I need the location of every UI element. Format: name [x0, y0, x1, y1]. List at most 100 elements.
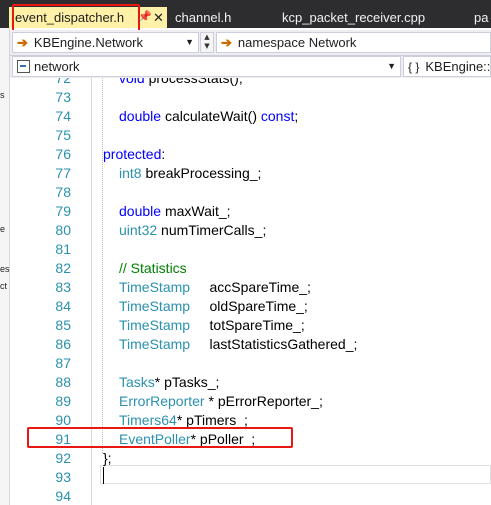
line-number: 92 [55, 450, 71, 466]
file-scope-combo[interactable]: network ▼ [12, 56, 401, 77]
code-line[interactable]: protected: [103, 145, 165, 164]
code-line[interactable]: TimeStamp totSpareTime_; [103, 316, 305, 335]
code-token: * pErrorReporter_; [204, 393, 323, 409]
line-number: 75 [55, 127, 71, 143]
left-fragment: es [0, 264, 10, 274]
member-navigation-bar: network ▼ { } KBEngine::N [10, 56, 491, 79]
code-line[interactable]: void processStats(); [103, 78, 243, 88]
code-line[interactable]: // Statistics [103, 259, 187, 278]
scope-combo-label: namespace Network [237, 35, 357, 50]
code-token: TimeStamp [119, 336, 210, 352]
gutter-rule [91, 78, 92, 505]
line-number: 78 [55, 184, 71, 200]
spin-buttons[interactable]: ▲ ▼ [200, 32, 214, 53]
code-token: uint32 [119, 222, 162, 238]
line-number: 84 [55, 298, 71, 314]
member-combo-label: KBEngine::N [425, 59, 491, 74]
tab-kcp-packet-receiver[interactable]: kcp_packet_receiver.cpp [282, 7, 425, 28]
code-token: TimeStamp [119, 317, 210, 333]
line-number: 94 [55, 488, 71, 504]
code-token: double [119, 203, 165, 219]
project-combo[interactable]: ➔ KBEngine.Network ▼ [12, 32, 199, 53]
tab-overflow[interactable]: pa [474, 7, 488, 28]
navigation-bar: ➔ KBEngine.Network ▼ ▲ ▼ ➔ namespace Netwo… [10, 30, 491, 56]
code-line[interactable]: double maxWait_; [103, 202, 231, 221]
member-combo[interactable]: { } KBEngine::N [403, 56, 491, 77]
line-number: 72 [55, 78, 71, 86]
tab-channel[interactable]: channel.h [175, 7, 231, 28]
code-token: accSpareTime_; [209, 279, 311, 295]
code-line[interactable]: TimeStamp accSpareTime_; [103, 278, 311, 297]
code-token: ; [294, 108, 299, 124]
code-token: void [119, 78, 149, 86]
code-token: totSpareTime_; [209, 317, 305, 333]
line-number: 90 [55, 412, 71, 428]
left-panel-strip: s e es ct [0, 28, 10, 505]
code-token: const [260, 108, 295, 124]
code-line[interactable]: TimeStamp lastStatisticsGathered_; [103, 335, 357, 354]
line-number: 81 [55, 241, 71, 257]
code-token: lastStatisticsGathered_; [209, 336, 358, 352]
line-number: 91 [55, 431, 71, 447]
line-number: 76 [55, 146, 71, 162]
code-token: * pPoller_; [190, 431, 256, 447]
code-line[interactable]: }; [103, 449, 112, 468]
code-line[interactable]: Tasks* pTasks_; [103, 373, 219, 392]
project-combo-label: KBEngine.Network [33, 35, 144, 50]
file-icon [17, 60, 30, 73]
pin-icon[interactable]: 📌 [138, 7, 152, 28]
chevron-down-icon: ▼ [387, 61, 396, 71]
code-token: Timers64 [119, 412, 177, 428]
code-line[interactable]: ErrorReporter * pErrorReporter_; [103, 392, 323, 411]
code-token: protected [103, 146, 162, 162]
chevron-down-icon: ▼ [185, 37, 194, 47]
line-number: 83 [55, 279, 71, 295]
code-line[interactable]: EventPoller* pPoller_; [103, 430, 255, 449]
close-icon[interactable]: ✕ [153, 7, 164, 28]
line-number: 85 [55, 317, 71, 333]
line-number: 82 [55, 260, 71, 276]
arrow-right-icon: ➔ [17, 35, 28, 50]
code-token: EventPoller [119, 431, 191, 447]
file-combo-label: network [34, 59, 80, 74]
tab-label: pa [474, 10, 489, 25]
line-number: 80 [55, 222, 71, 238]
code-token: double [119, 108, 165, 124]
code-line[interactable]: uint32 numTimerCalls_; [103, 221, 266, 240]
line-number: 77 [55, 165, 71, 181]
line-number: 86 [55, 336, 71, 352]
line-number: 89 [55, 393, 71, 409]
code-token: int8 [119, 165, 146, 181]
left-fragment: e [0, 224, 6, 234]
line-number: 73 [55, 89, 71, 105]
line-number: 79 [55, 203, 71, 219]
line-number: 87 [55, 355, 71, 371]
code-token: }; [103, 450, 112, 466]
current-line-highlight [100, 465, 491, 484]
chevron-down-icon[interactable]: ▼ [201, 42, 213, 51]
code-token: breakProcessing_; [145, 165, 262, 181]
left-fragment: ct [0, 281, 8, 291]
braces-icon: { } [408, 60, 420, 74]
arrow-right-icon: ➔ [221, 35, 232, 50]
chevron-up-icon[interactable]: ▲ [201, 33, 213, 42]
code-token: numTimerCalls_; [161, 222, 267, 238]
tab-label: event_dispatcher.h [15, 10, 125, 25]
line-number: 74 [55, 108, 71, 124]
code-editor[interactable]: 72 void processStats(); 73 74 double calcula… [10, 78, 491, 505]
code-line[interactable]: Timers64* pTimers_; [103, 411, 248, 430]
code-line[interactable]: double calculateWait() const; [103, 107, 298, 126]
line-number: 88 [55, 374, 71, 390]
code-token: calculateWait() [164, 108, 261, 124]
code-token: // Statistics [119, 260, 187, 276]
code-token: TimeStamp [119, 279, 210, 295]
tab-label: kcp_packet_receiver.cpp [282, 10, 426, 25]
code-token: oldSpareTime_; [209, 298, 308, 314]
scope-combo[interactable]: ➔ namespace Network [216, 32, 491, 53]
code-line[interactable]: int8 breakProcessing_; [103, 164, 261, 183]
tab-event-dispatcher[interactable]: event_dispatcher.h 📌 ✕ [9, 7, 167, 28]
tab-strip: event_dispatcher.h 📌 ✕ channel.h kcp_pac… [0, 0, 491, 28]
code-token: maxWait_; [164, 203, 231, 219]
code-token: * pTimers_; [176, 412, 248, 428]
code-line[interactable]: TimeStamp oldSpareTime_; [103, 297, 308, 316]
